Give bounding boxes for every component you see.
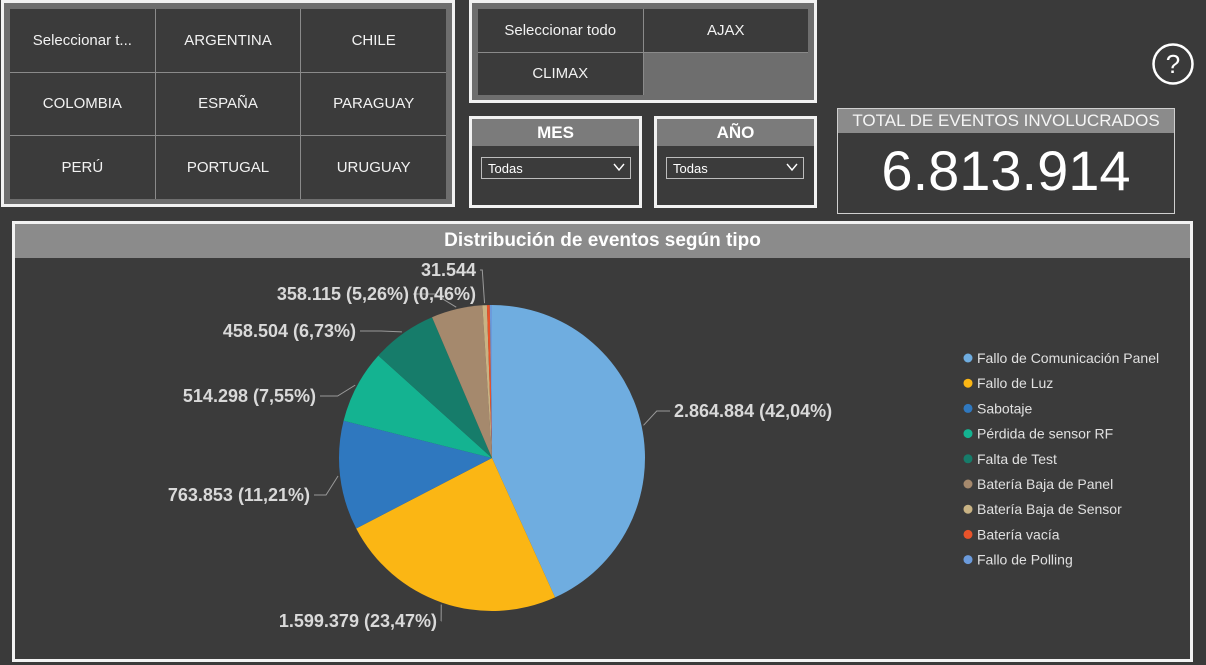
legend-label-bateria-vacia[interactable]: Batería vacía — [977, 526, 1060, 542]
legend-label-falta-de-test[interactable]: Falta de Test — [977, 451, 1057, 467]
legend-label-sabotaje[interactable]: Sabotaje — [977, 400, 1032, 416]
legend-label-bateria-baja-de-sensor[interactable]: Batería Baja de Sensor — [977, 501, 1122, 517]
leader-line-fallo-de-comunicacion-panel — [643, 410, 670, 426]
legend-label-fallo-de-polling[interactable]: Fallo de Polling — [977, 552, 1073, 568]
leader-line-bateria-baja-de-sensor — [480, 269, 486, 304]
data-label-bateria-baja-de-panel: 358.115 (5,26%) — [277, 284, 409, 304]
legend-label-fallo-de-luz[interactable]: Fallo de Luz — [977, 375, 1053, 391]
legend-marker-bateria-baja-de-sensor — [963, 504, 973, 514]
data-label-fallo-de-comunicacion-panel: 2.864.884 (42,04%) — [674, 401, 832, 421]
legend-label-perdida-de-sensor-rf[interactable]: Pérdida de sensor RF — [977, 426, 1113, 442]
data-label-falta-de-test: 458.504 (6,73%) — [223, 321, 356, 341]
legend-marker-sabotaje — [963, 403, 973, 413]
legend-marker-bateria-baja-de-panel — [963, 479, 973, 489]
legend-label-bateria-baja-de-panel[interactable]: Batería Baja de Panel — [977, 476, 1113, 492]
leader-line-falta-de-test — [360, 330, 402, 333]
data-label-perdida-de-sensor-rf: 514.298 (7,55%) — [183, 386, 316, 406]
legend-marker-fallo-de-luz — [963, 378, 973, 388]
legend-marker-fallo-de-comunicacion-panel — [963, 353, 973, 363]
pie-chart-svg: 2.864.884 (42,04%) 1.599.379 (23,47%) 763.… — [168, 260, 1159, 631]
legend-marker-falta-de-test — [963, 454, 973, 464]
data-label-fallo-de-luz: 1.599.379 (23,47%) — [279, 611, 437, 631]
legend-marker-perdida-de-sensor-rf — [963, 429, 973, 439]
data-label-bateria-baja-de-sensor: 31.544 (0,46%) — [413, 260, 476, 304]
legend-label-fallo-de-comunicacion-panel[interactable]: Fallo de Comunicación Panel — [977, 350, 1159, 366]
leader-line-sabotaje — [314, 475, 339, 496]
legend-marker-bateria-vacia — [963, 529, 973, 539]
data-label-sabotaje: 763.853 (11,21%) — [168, 485, 310, 505]
leader-line-perdida-de-sensor-rf — [320, 384, 356, 397]
legend-marker-fallo-de-polling — [963, 555, 973, 565]
